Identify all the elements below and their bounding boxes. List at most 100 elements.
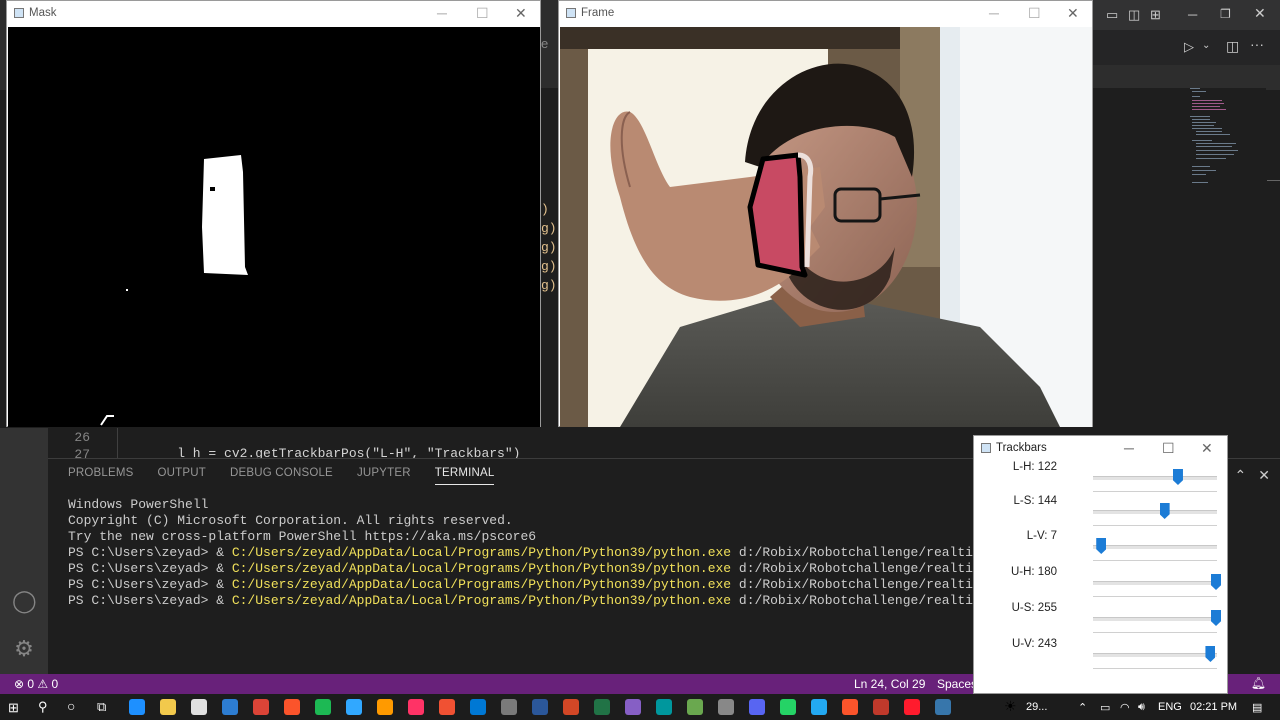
word-icon[interactable] — [532, 699, 548, 715]
trackbar-groove[interactable] — [1093, 476, 1217, 480]
terminal-line: Try the new cross-platform PowerShell ht… — [68, 529, 537, 544]
powerpoint-icon[interactable] — [563, 699, 579, 715]
trackbar-groove[interactable] — [1093, 617, 1217, 621]
cortana-icon[interactable]: ○ — [67, 698, 75, 714]
indesign-icon[interactable] — [408, 699, 424, 715]
trackbar-label: L-S: 144 — [1013, 495, 1057, 507]
trackbar-thumb[interactable] — [1159, 503, 1170, 519]
minimize-icon[interactable]: ─ — [437, 5, 447, 21]
battery-icon[interactable]: ▭ — [1100, 701, 1110, 714]
weather-icon[interactable]: ☀ — [1004, 698, 1017, 715]
trackbars-window[interactable]: Trackbars ─ ☐ ✕ L-H: 122 L-S: 144 L-V: 7 U-… — [973, 435, 1228, 694]
more-actions-icon[interactable]: ··· — [1250, 36, 1264, 52]
tab-terminal[interactable]: TERMINAL — [434, 467, 495, 485]
close-icon[interactable]: ✕ — [1254, 5, 1266, 22]
panel-tabs: PROBLEMS OUTPUT DEBUG CONSOLE JUPYTER TE… — [68, 467, 495, 485]
mask-window[interactable]: Mask ─ ☐ ✕ — [6, 0, 541, 427]
illustrator-icon[interactable] — [377, 699, 393, 715]
excel-icon[interactable] — [594, 699, 610, 715]
action-center-icon[interactable]: ▤ — [1252, 701, 1262, 714]
trackbar-groove[interactable] — [1093, 510, 1217, 514]
maximize-icon[interactable]: ☐ — [476, 5, 489, 22]
terminal-output[interactable]: Windows PowerShell Copyright (C) Microsof… — [68, 497, 1035, 609]
tab-problems[interactable]: PROBLEMS — [68, 467, 134, 485]
git-app-icon[interactable] — [439, 699, 455, 715]
window-title: Mask — [29, 7, 57, 19]
trackbar-groove[interactable] — [1093, 545, 1217, 549]
close-icon[interactable]: ✕ — [1201, 440, 1213, 457]
arduino-icon[interactable] — [656, 699, 672, 715]
explorer-icon[interactable] — [160, 699, 176, 715]
edge-icon[interactable] — [129, 699, 145, 715]
discord-icon[interactable] — [749, 699, 765, 715]
chrome-icon[interactable] — [253, 699, 269, 715]
mail-icon[interactable] — [222, 699, 238, 715]
run-icon[interactable]: ▷ — [1184, 39, 1194, 55]
gear-icon[interactable]: ⚙ — [12, 637, 36, 661]
chevron-down-icon[interactable]: ⌄ — [1202, 40, 1210, 51]
tab-jupyter[interactable]: JUPYTER — [357, 467, 411, 485]
tab-debug-console[interactable]: DEBUG CONSOLE — [230, 467, 333, 485]
editor-scrollbar[interactable] — [1267, 180, 1280, 181]
minecraft-icon[interactable] — [687, 699, 703, 715]
close-icon[interactable]: ✕ — [1067, 5, 1079, 22]
maximize-icon[interactable]: ☐ — [1028, 5, 1041, 22]
brave-icon[interactable] — [284, 699, 300, 715]
trackbar-thumb[interactable] — [1172, 469, 1183, 485]
pdf-icon[interactable] — [873, 699, 889, 715]
restore-icon[interactable]: ❐ — [1220, 7, 1231, 21]
app-generic-icon[interactable] — [501, 699, 517, 715]
close-panel-icon[interactable]: ✕ — [1258, 467, 1270, 484]
brave-beta-icon[interactable] — [842, 699, 858, 715]
trackbar-tick-line — [1093, 525, 1217, 526]
mask-titlebar[interactable]: Mask ─ ☐ ✕ — [7, 1, 540, 26]
minimize-icon[interactable]: ─ — [989, 5, 999, 21]
visual-studio-icon[interactable] — [625, 699, 641, 715]
clock[interactable]: 02:21 PM — [1190, 701, 1237, 713]
panel-layout-icon[interactable]: ⊞ — [1150, 7, 1161, 23]
vscode-icon[interactable] — [811, 699, 827, 715]
minimize-icon[interactable]: ─ — [1124, 440, 1134, 456]
trackbar-thumb[interactable] — [1211, 574, 1221, 590]
weather-temp[interactable]: 29... — [1026, 701, 1047, 713]
minimap[interactable] — [1186, 88, 1266, 458]
maximize-panel-icon[interactable]: ⌃ — [1235, 467, 1247, 484]
layout-toggle-icon[interactable]: ▭ — [1106, 7, 1118, 23]
language-indicator[interactable]: ENG — [1158, 701, 1182, 713]
wifi-icon[interactable]: ◠ — [1120, 701, 1130, 714]
camera-scene-drawing — [560, 27, 1092, 427]
frame-titlebar[interactable]: Frame ─ ☐ ✕ — [559, 1, 1092, 26]
indentation-status[interactable]: Spaces — [937, 677, 977, 691]
spotify-icon[interactable] — [315, 699, 331, 715]
python-icon[interactable] — [935, 699, 951, 715]
close-icon[interactable]: ✕ — [515, 5, 527, 22]
trackbar-thumb[interactable] — [1205, 646, 1216, 662]
whatsapp-icon[interactable] — [780, 699, 796, 715]
cursor-position[interactable]: Ln 24, Col 29 — [854, 677, 925, 691]
split-editor-icon[interactable]: ◫ — [1226, 38, 1239, 55]
editor-toolbar: ▷ ⌄ ◫ ··· — [1092, 30, 1280, 65]
minimize-icon[interactable]: ─ — [1188, 7, 1197, 22]
trackbar-groove[interactable] — [1093, 581, 1217, 585]
task-view-icon[interactable]: ⧉ — [97, 699, 106, 715]
volume-icon[interactable]: 🔊︎ — [1138, 701, 1145, 714]
trackbar-thumb[interactable] — [1096, 538, 1107, 554]
windows-start-icon[interactable]: ⊞ — [8, 700, 19, 716]
sidebar-toggle-icon[interactable]: ◫ — [1128, 7, 1140, 23]
search-icon[interactable]: ⚲ — [38, 699, 48, 715]
game-icon[interactable] — [718, 699, 734, 715]
problems-status[interactable]: ⊗ 0 ⚠ 0 — [14, 677, 58, 691]
trackbar-thumb[interactable] — [1211, 610, 1221, 626]
maximize-icon[interactable]: ☐ — [1162, 440, 1175, 457]
account-icon[interactable]: ◯ — [12, 589, 37, 613]
outlook-icon[interactable] — [470, 699, 486, 715]
trackbar-groove[interactable] — [1093, 653, 1217, 657]
frame-window[interactable]: Frame ─ ☐ ✕ — [558, 0, 1093, 427]
opera-icon[interactable] — [904, 699, 920, 715]
tray-icon[interactable]: ⌃ — [1078, 701, 1087, 714]
tab-output[interactable]: OUTPUT — [158, 467, 206, 485]
store-icon[interactable] — [191, 699, 207, 715]
photoshop-icon[interactable] — [346, 699, 362, 715]
notification-bell-icon[interactable]: 🔔︎ — [1251, 676, 1266, 690]
trackbars-titlebar[interactable]: Trackbars ─ ☐ ✕ — [974, 436, 1227, 460]
